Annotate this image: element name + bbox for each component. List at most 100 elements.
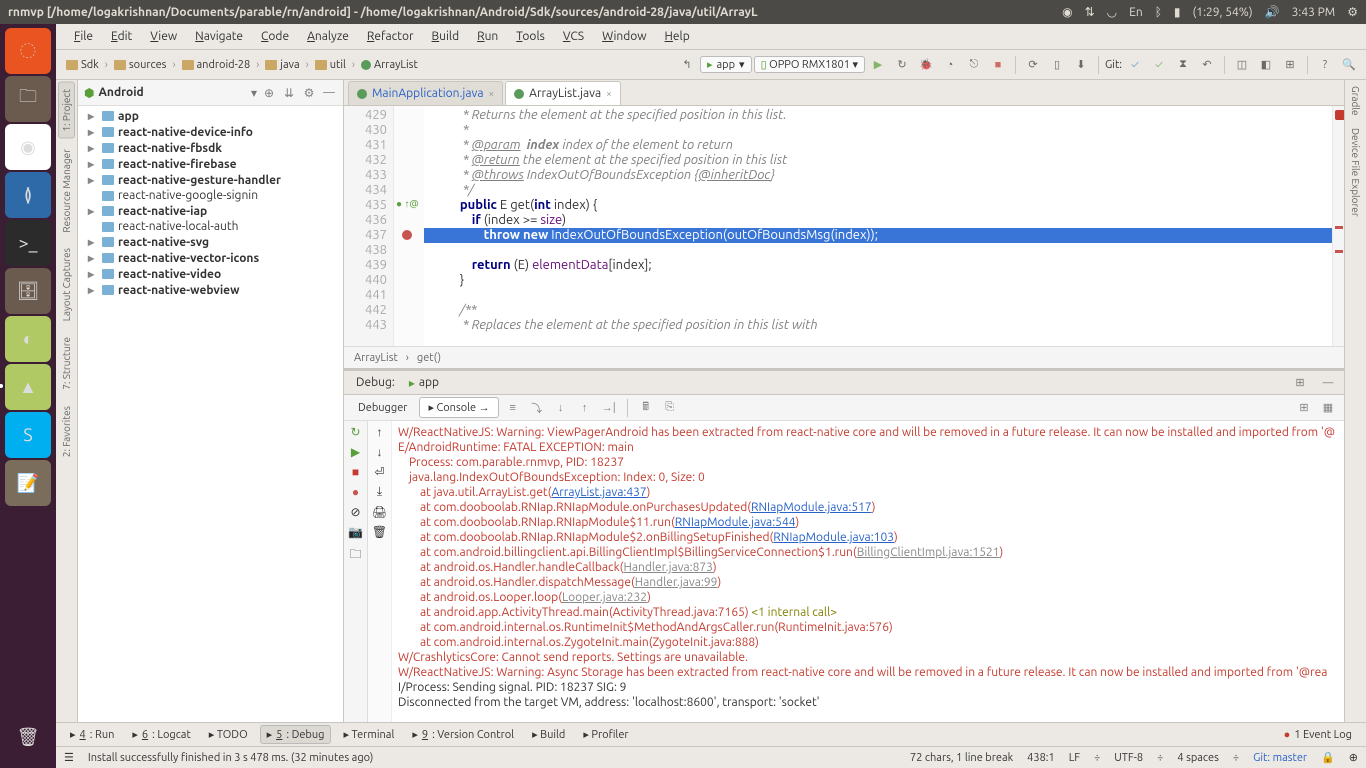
dump-icon[interactable]: 📷 xyxy=(348,525,363,539)
print-icon[interactable]: 🖨 xyxy=(372,505,387,519)
menu-analyze[interactable]: Analyze xyxy=(299,28,357,45)
menu-build[interactable]: Build xyxy=(424,28,468,45)
wrap-icon[interactable]: ⏎ xyxy=(374,465,384,479)
breadcrumb-item[interactable]: sources xyxy=(110,57,171,73)
left-tab-3[interactable]: 7: Structure xyxy=(59,331,74,396)
scroll-end-icon[interactable]: ⤓ xyxy=(377,485,382,499)
step-icon-1[interactable]: ≡ xyxy=(503,398,523,418)
launcher-skype-icon[interactable]: S xyxy=(5,412,51,458)
gear-icon[interactable]: ⚙ xyxy=(301,86,317,100)
bottom-tab[interactable]: ▸ 4: Run xyxy=(64,726,120,743)
volume-icon[interactable]: 🔊 xyxy=(1265,5,1280,19)
collapse-all-icon[interactable]: ⇊ xyxy=(281,86,297,100)
bottom-tab[interactable]: ▸ 9: Version Control xyxy=(406,726,520,743)
menu-code[interactable]: Code xyxy=(253,28,297,45)
tree-item[interactable]: ▸app xyxy=(78,108,343,124)
code-editor[interactable]: 4294304314324334344354364374384394404414… xyxy=(344,106,1344,346)
status-encoding[interactable]: UTF-8 xyxy=(1114,752,1143,764)
debug-icon[interactable]: 🐞 xyxy=(915,54,937,76)
menu-view[interactable]: View xyxy=(142,28,185,45)
language-indicator[interactable]: En xyxy=(1129,6,1143,19)
wifi-icon[interactable]: ◡ xyxy=(1107,5,1117,19)
menu-help[interactable]: Help xyxy=(657,28,698,45)
left-tab-2[interactable]: Layout Captures xyxy=(59,242,74,327)
sdk-icon[interactable]: ⬇ xyxy=(1070,54,1092,76)
git-history-icon[interactable]: ⧗ xyxy=(1172,54,1194,76)
down-icon[interactable]: ↓ xyxy=(377,445,383,459)
tree-item[interactable]: ▸react-native-vector-icons xyxy=(78,250,343,266)
project-view-selector[interactable]: Android xyxy=(98,86,246,99)
event-log[interactable]: ● 1 Event Log xyxy=(1278,727,1358,743)
right-tab-1[interactable]: Device File Explorer xyxy=(1348,122,1363,223)
hide-icon[interactable]: — xyxy=(321,86,337,99)
project-tree[interactable]: ▸app▸react-native-device-info▸react-nati… xyxy=(78,106,343,722)
tree-item[interactable]: ▸react-native-device-info xyxy=(78,124,343,140)
launcher-app1-icon[interactable]: ◐ xyxy=(5,316,51,362)
breadcrumb-item[interactable]: android-28 xyxy=(178,57,255,73)
avd-icon[interactable]: ▯ xyxy=(1046,54,1068,76)
bottom-tab[interactable]: ▸ 6: Logcat xyxy=(126,726,196,743)
settings2-icon[interactable]: 🗀 xyxy=(349,545,361,566)
up-icon[interactable]: ↑ xyxy=(377,425,383,439)
menu-vcs[interactable]: VCS xyxy=(555,28,592,45)
tree-item[interactable]: ▸react-native-iap xyxy=(78,203,343,219)
launcher-dash-icon[interactable]: ◌ xyxy=(5,28,51,74)
tb-icon-3[interactable]: ⊞ xyxy=(1279,54,1301,76)
status-indent[interactable]: 4 spaces xyxy=(1177,752,1219,764)
console-output[interactable]: W/ReactNativeJS: Warning: ViewPagerAndro… xyxy=(392,421,1344,722)
step-over-icon[interactable]: ⤵ xyxy=(527,398,547,418)
tree-item[interactable]: react-native-google-signin xyxy=(78,188,343,203)
tb-icon-2[interactable]: ◧ xyxy=(1255,54,1277,76)
launcher-chrome-icon[interactable]: ◉ xyxy=(5,124,51,170)
console-settings-icon[interactable]: ⊞ xyxy=(1294,398,1314,418)
bottom-tab[interactable]: ▸ 5: Debug xyxy=(260,725,332,744)
tree-item[interactable]: ▸react-native-webview xyxy=(78,282,343,298)
tab-debugger[interactable]: Debugger xyxy=(350,399,415,417)
hide-debug-icon[interactable]: — xyxy=(1318,373,1338,393)
tree-item[interactable]: ▸react-native-gesture-handler xyxy=(78,172,343,188)
launcher-vscode-icon[interactable]: ≬ xyxy=(5,172,51,218)
editor-tab[interactable]: MainApplication.java× xyxy=(348,81,503,105)
step-into-icon[interactable]: ↓ xyxy=(551,398,571,418)
rerun-icon[interactable]: ↻ xyxy=(350,425,360,439)
debug-config[interactable]: ▸app xyxy=(409,376,439,390)
stop2-icon[interactable]: ■ xyxy=(352,465,359,479)
run-to-cursor-icon[interactable]: →| xyxy=(599,398,619,418)
status-caret[interactable]: 438:1 xyxy=(1027,752,1055,764)
left-tab-4[interactable]: 2: Favorites xyxy=(59,400,74,463)
menu-refactor[interactable]: Refactor xyxy=(359,28,422,45)
breadcrumb-item[interactable]: ArrayList xyxy=(357,57,422,73)
breadcrumb-item[interactable]: Sdk xyxy=(62,57,103,73)
git-rollback-icon[interactable]: ↶ xyxy=(1196,54,1218,76)
network-icon[interactable]: ⇅ xyxy=(1085,5,1095,19)
tree-item[interactable]: ▸react-native-firebase xyxy=(78,156,343,172)
left-tab-1[interactable]: Resource Manager xyxy=(59,143,74,239)
tree-item[interactable]: ▸react-native-fbsdk xyxy=(78,140,343,156)
status-line-ending[interactable]: LF xyxy=(1069,752,1080,764)
bottom-tab[interactable]: ▸ Profiler xyxy=(577,726,634,743)
search-icon[interactable]: 🔍 xyxy=(1338,54,1360,76)
menu-run[interactable]: Run xyxy=(469,28,506,45)
launcher-archive-icon[interactable]: 🗄 xyxy=(5,268,51,314)
bottom-tab[interactable]: ▸ Terminal xyxy=(337,726,400,743)
error-stripe[interactable] xyxy=(1332,106,1344,346)
editor-tab[interactable]: ArrayList.java× xyxy=(505,81,621,105)
notification-icon[interactable]: ◉ xyxy=(1062,5,1072,19)
battery-icon[interactable]: ▮ xyxy=(1174,5,1181,19)
bottom-tab[interactable]: ▸ Build xyxy=(526,726,571,743)
launcher-gedit-icon[interactable]: 📝 xyxy=(5,460,51,506)
view-bp-icon[interactable]: ● xyxy=(352,485,359,499)
clear-icon[interactable]: 🗑 xyxy=(372,525,387,539)
settings-gear-icon[interactable]: ⚙ xyxy=(1347,5,1358,19)
menu-tools[interactable]: Tools xyxy=(508,28,553,45)
menu-navigate[interactable]: Navigate xyxy=(187,28,251,45)
tree-item[interactable]: ▸react-native-video xyxy=(78,266,343,282)
left-tab-0[interactable]: 1: Project xyxy=(58,82,75,139)
step-out-icon[interactable]: ↑ xyxy=(575,398,595,418)
launcher-files-icon[interactable]: 🗀 xyxy=(5,76,51,122)
attach-icon[interactable]: ⎋ xyxy=(963,54,985,76)
tree-item[interactable]: react-native-local-auth xyxy=(78,219,343,234)
sync-icon[interactable]: ⟳ xyxy=(1022,54,1044,76)
run-icon[interactable]: ▶ xyxy=(867,54,889,76)
tree-item[interactable]: ▸react-native-svg xyxy=(78,234,343,250)
